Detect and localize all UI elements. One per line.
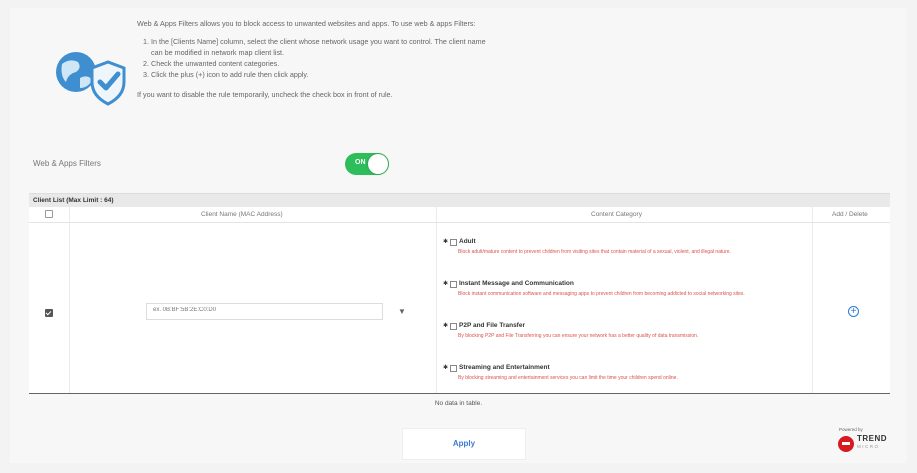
add-delete-header: Add / Delete [832,211,868,218]
category-description: Block adult/mature content to prevent ch… [458,249,731,255]
globe-shield-icon [56,52,126,106]
column-divider [812,207,813,394]
category-checkbox[interactable] [450,365,457,372]
category-name: Adult [459,238,476,245]
category-name: Instant Message and Communication [459,280,574,287]
category-checkbox[interactable] [450,323,457,330]
toggle-state-text: ON [355,159,366,166]
category-checkbox[interactable] [450,239,457,246]
category-name: P2P and File Transfer [459,322,525,329]
trend-micro-brand: Powered by TREND MICRO [838,427,904,459]
asterisk-icon: ✱ [443,239,449,245]
powered-by-text: Powered by [839,427,863,432]
row-enable-checkbox[interactable] [45,309,53,317]
asterisk-icon: ✱ [443,323,449,329]
intro-step: In the [Clients Name] column, select the… [151,36,497,58]
column-divider [436,207,437,394]
intro-note: If you want to disable the rule temporar… [137,90,393,99]
client-mac-input[interactable] [153,307,353,313]
category-name: Streaming and Entertainment [459,364,550,371]
intro-steps: In the [Clients Name] column, select the… [137,36,497,80]
category-checkbox[interactable] [450,281,457,288]
select-all-checkbox[interactable] [45,210,53,218]
category-description: By blocking P2P and File Transferring yo… [458,333,699,339]
brand-subname: MICRO [857,444,880,449]
brand-name: TREND [857,434,888,443]
client-name-header: Client Name (MAC Address) [201,211,283,218]
asterisk-icon: ✱ [443,365,449,371]
table-header-row: Client Name (MAC Address) Content Catego… [29,207,890,223]
asterisk-icon: ✱ [443,281,449,287]
web-apps-filters-label: Web & Apps Filters [33,159,101,168]
category-description: Block instant communication software and… [458,291,745,297]
chevron-down-icon[interactable]: ▼ [398,307,406,316]
intro-description: Web & Apps Filters allows you to block a… [137,18,497,100]
toggle-knob [368,154,388,174]
intro-step: Check the unwanted content categories. [151,58,497,69]
plus-circle-icon[interactable]: + [848,306,859,317]
column-divider [69,207,70,394]
client-name-select[interactable] [146,303,383,320]
content-category-header: Content Category [591,211,642,218]
apply-button[interactable]: Apply [402,428,526,460]
client-list-table: Client List (Max Limit : 64) Client Name… [29,193,890,394]
intro-text: Web & Apps Filters allows you to block a… [137,19,476,28]
category-description: By blocking streaming and entertainment … [458,375,678,381]
table-bottom-divider [29,393,890,394]
table-title: Client List (Max Limit : 64) [29,194,890,207]
web-apps-filters-toggle[interactable]: ON [345,153,389,175]
intro-step: Click the plus (+) icon to add rule then… [151,69,497,80]
trend-micro-logo-icon [838,436,854,452]
empty-table-message: No data in table. [434,400,483,407]
